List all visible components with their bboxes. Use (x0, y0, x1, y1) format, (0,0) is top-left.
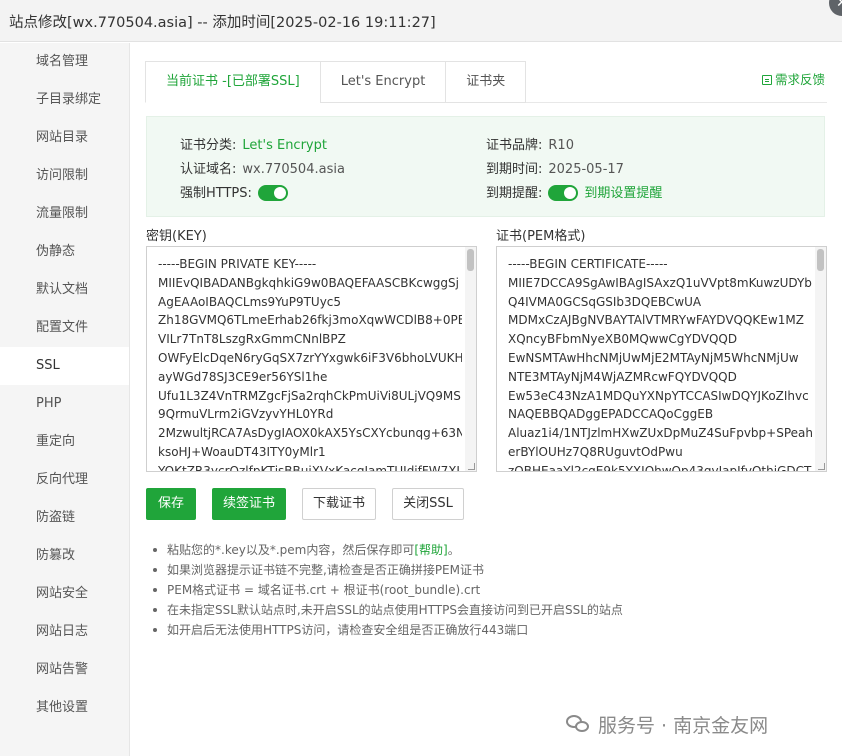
cert-textarea[interactable]: -----BEGIN CERTIFICATE----- MIIE7DCCA9Sg… (496, 246, 827, 472)
tab-lets-encrypt[interactable]: Let's Encrypt (319, 61, 447, 103)
key-resize-handle[interactable] (468, 463, 475, 470)
key-scroll-thumb[interactable] (467, 249, 474, 271)
feedback-link[interactable]: 需求反馈 (762, 69, 825, 88)
cert-scroll-thumb[interactable] (817, 249, 824, 271)
sidebar-item-site-log[interactable]: 网站日志 (0, 613, 129, 651)
sidebar-item-other-settings[interactable]: 其他设置 (0, 689, 129, 727)
cert-expire-value: 2025-05-17 (548, 162, 624, 177)
expire-reminder-toggle[interactable] (548, 185, 579, 201)
cert-domain-value: wx.770504.asia (242, 162, 345, 177)
cert-category: 证书分类: Let's Encrypt (180, 134, 327, 153)
sidebar-item-ssl[interactable]: SSL (0, 347, 129, 385)
sidebar-item-subdir-binding[interactable]: 子目录绑定 (0, 81, 129, 119)
window-title: 站点修改[wx.770504.asia] -- 添加时间[2025-02-16 … (9, 15, 436, 31)
sidebar-item-site-security[interactable]: 网站安全 (0, 575, 129, 613)
sidebar: 域名管理 子目录绑定 网站目录 访问限制 流量限制 伪静态 默认文档 配置文件 … (0, 43, 130, 756)
cert-category-value: Let's Encrypt (242, 138, 327, 153)
sidebar-item-redirect[interactable]: 重定向 (0, 423, 129, 461)
key-scrollbar[interactable] (465, 247, 476, 471)
cert-brand-label: 证书品牌: (486, 138, 543, 153)
sidebar-item-tamper-proof[interactable]: 防篡改 (0, 537, 129, 575)
tip-item: PEM格式证书 = 域名证书.crt + 根证书(root_bundle).cr… (153, 580, 623, 600)
watermark-text: 服务号 · 南京金友网 (598, 715, 769, 737)
cert-brand: 证书品牌: R10 (486, 134, 574, 153)
expire-reminder: 到期提醒: 到期设置提醒 (486, 182, 662, 201)
close-ssl-button[interactable]: 关闭SSL (392, 488, 464, 520)
cert-resize-handle[interactable] (818, 463, 825, 470)
feedback-label: 需求反馈 (775, 72, 826, 87)
cert-brand-value: R10 (548, 138, 574, 153)
ssl-tabs: 当前证书 -[已部署SSL] Let's Encrypt 证书夹 (145, 61, 527, 103)
force-https: 强制HTTPS: (180, 182, 288, 201)
cert-scrollbar[interactable] (815, 247, 826, 471)
sidebar-item-site-dir[interactable]: 网站目录 (0, 119, 129, 157)
download-cert-button[interactable]: 下载证书 (302, 488, 376, 520)
tip-item: 如开启后无法使用HTTPS访问，请检查安全组是否正确放行443端口 (153, 620, 623, 640)
key-label: 密钥(KEY) (146, 229, 207, 244)
tip-text: 。 (447, 543, 460, 557)
sidebar-item-rewrite[interactable]: 伪静态 (0, 233, 129, 271)
feedback-icon (762, 75, 772, 85)
cert-content: -----BEGIN CERTIFICATE----- MIIE7DCCA9Sg… (508, 257, 812, 472)
sidebar-item-hotlink[interactable]: 防盗链 (0, 499, 129, 537)
toggle-knob (564, 187, 577, 199)
tip-text: 粘贴您的*.key以及*.pem内容，然后保存即可 (167, 543, 415, 557)
renew-cert-button[interactable]: 续签证书 (212, 488, 286, 520)
cert-expire-label: 到期时间: (486, 162, 543, 177)
sidebar-item-config-file[interactable]: 配置文件 (0, 309, 129, 347)
ssl-panel: 当前证书 -[已部署SSL] Let's Encrypt 证书夹 需求反馈 证书… (131, 43, 842, 756)
expire-reminder-link[interactable]: 到期设置提醒 (584, 186, 662, 201)
tip-item: 在未指定SSL默认站点时,未开启SSL的站点使用HTTPS会直接访问到已开启SS… (153, 600, 623, 620)
key-textarea[interactable]: -----BEGIN PRIVATE KEY----- MIIEvQIBADAN… (146, 246, 477, 472)
sidebar-item-reverse-proxy[interactable]: 反向代理 (0, 461, 129, 499)
sidebar-item-traffic-limit[interactable]: 流量限制 (0, 195, 129, 233)
cert-category-label: 证书分类: (180, 138, 237, 153)
cert-info-box: 证书分类: Let's Encrypt 认证域名: wx.770504.asia 强… (146, 116, 825, 217)
sidebar-item-php[interactable]: PHP (0, 385, 129, 423)
wechat-icon (566, 715, 590, 735)
cert-label: 证书(PEM格式) (496, 229, 586, 244)
force-https-label: 强制HTTPS: (180, 186, 252, 201)
tips-list: 粘贴您的*.key以及*.pem内容，然后保存即可[帮助]。 如果浏览器提示证书… (153, 540, 623, 640)
help-link[interactable]: [帮助] (414, 543, 447, 557)
tab-current-cert[interactable]: 当前证书 -[已部署SSL] (145, 61, 321, 103)
force-https-toggle[interactable] (257, 185, 288, 201)
title-bar: 站点修改[wx.770504.asia] -- 添加时间[2025-02-16 … (0, 0, 842, 42)
tab-cert-folder[interactable]: 证书夹 (445, 61, 527, 103)
save-button[interactable]: 保存 (146, 488, 196, 520)
key-content: -----BEGIN PRIVATE KEY----- MIIEvQIBADAN… (158, 257, 462, 472)
expire-reminder-label: 到期提醒: (486, 186, 543, 201)
tip-item: 如果浏览器提示证书链不完整,请检查是否正确拼接PEM证书 (153, 560, 623, 580)
cert-expire: 到期时间: 2025-05-17 (486, 158, 624, 177)
sidebar-item-access-limit[interactable]: 访问限制 (0, 157, 129, 195)
cert-domain-label: 认证域名: (180, 162, 237, 177)
toggle-knob (273, 187, 286, 199)
watermark: 服务号 · 南京金友网 (566, 711, 768, 738)
cert-domain: 认证域名: wx.770504.asia (180, 158, 345, 177)
sidebar-item-default-doc[interactable]: 默认文档 (0, 271, 129, 309)
tip-item: 粘贴您的*.key以及*.pem内容，然后保存即可[帮助]。 (153, 540, 623, 560)
sidebar-item-domain[interactable]: 域名管理 (0, 43, 129, 81)
sidebar-item-site-alert[interactable]: 网站告警 (0, 651, 129, 689)
